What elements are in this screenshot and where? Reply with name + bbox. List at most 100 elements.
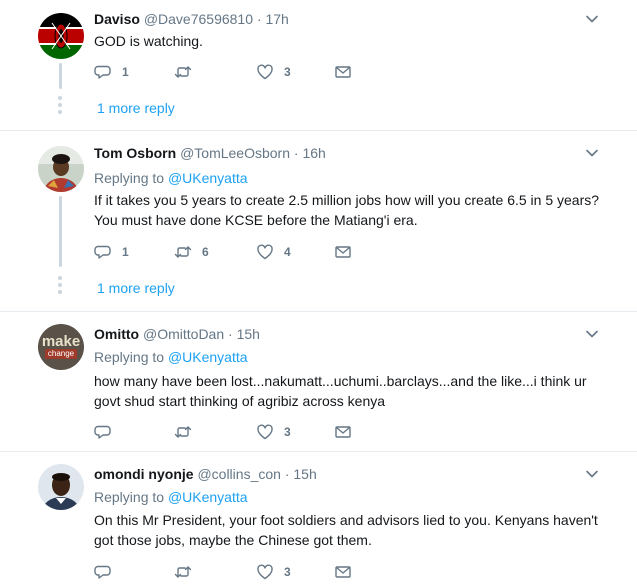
like-count: 3 — [284, 565, 291, 579]
tweet-header: omondi nyonje @collins_con · 15h — [94, 465, 317, 483]
direct-message-button[interactable] — [334, 242, 352, 262]
retweet-icon — [174, 246, 192, 258]
tweet-actions: 1 6 4 — [94, 242, 374, 262]
chevron-down-icon[interactable] — [585, 12, 599, 26]
mention-link[interactable]: @UKenyatta — [168, 489, 248, 505]
avatar-logo-text: make — [41, 333, 81, 350]
chevron-down-icon[interactable] — [585, 146, 599, 160]
chevron-down-icon[interactable] — [585, 327, 599, 341]
person-avatar-image — [38, 464, 84, 510]
replying-to: Replying to @UKenyatta — [94, 348, 248, 366]
user-handle[interactable]: @collins_con — [197, 466, 280, 482]
heart-icon — [257, 564, 273, 580]
direct-message-button[interactable] — [334, 562, 352, 582]
separator: · — [284, 466, 290, 482]
reply-icon — [94, 425, 111, 439]
retweet-button[interactable]: 6 — [174, 242, 209, 262]
user-handle[interactable]: @TomLeeOsborn — [180, 145, 290, 161]
reply-button[interactable] — [94, 422, 122, 442]
tweet-tom-osborn[interactable]: Tom Osborn @TomLeeOsborn · 16h Replying … — [0, 131, 637, 312]
display-name[interactable]: Omitto — [94, 326, 139, 342]
direct-message-button[interactable] — [334, 422, 352, 442]
make-change-avatar-image: make change — [38, 324, 84, 370]
mention-link[interactable]: @UKenyatta — [168, 349, 248, 365]
envelope-icon — [335, 246, 351, 258]
retweet-icon — [174, 426, 192, 438]
retweet-icon — [174, 566, 192, 578]
thread-line — [59, 63, 62, 89]
avatar[interactable] — [38, 13, 84, 59]
timestamp[interactable]: 16h — [302, 145, 325, 161]
tweet-text: how many have been lost...nakumatt...uch… — [94, 373, 587, 409]
like-button[interactable]: 3 — [256, 562, 291, 582]
heart-icon — [257, 424, 273, 440]
reply-count: 1 — [122, 65, 129, 79]
envelope-icon — [335, 66, 351, 78]
retweet-count: 6 — [202, 245, 209, 259]
like-count: 3 — [284, 425, 291, 439]
reply-icon — [94, 245, 111, 259]
user-handle[interactable]: @Dave76596810 — [144, 11, 253, 27]
avatar[interactable]: make change — [38, 324, 84, 370]
tweet-daviso[interactable]: Daviso @Dave76596810 · 17h GOD is watchi… — [0, 0, 637, 131]
avatar-logo-subtext: change — [44, 349, 78, 359]
display-name[interactable]: omondi nyonje — [94, 466, 194, 482]
user-handle[interactable]: @OmittoDan — [143, 326, 224, 342]
like-count: 4 — [284, 245, 291, 259]
retweet-icon — [174, 66, 192, 78]
replying-to-label: Replying to — [94, 489, 165, 505]
reply-count: 1 — [122, 245, 129, 259]
timestamp[interactable]: 15h — [237, 326, 260, 342]
reply-icon — [94, 565, 111, 579]
retweet-button[interactable] — [174, 562, 202, 582]
envelope-icon — [335, 426, 351, 438]
tweet-omondi-nyonje[interactable]: omondi nyonje @collins_con · 15h Replyin… — [0, 452, 637, 588]
avatar[interactable] — [38, 464, 84, 510]
replying-to-label: Replying to — [94, 170, 165, 186]
tweet-text: On this Mr President, your foot soldiers… — [94, 512, 598, 548]
tweet-text: GOD is watching. — [94, 33, 203, 49]
avatar[interactable] — [38, 146, 84, 192]
direct-message-button[interactable] — [334, 62, 352, 82]
tweet-actions: 3 — [94, 422, 374, 442]
person-avatar-image — [38, 146, 84, 192]
timestamp[interactable]: 15h — [293, 466, 316, 482]
more-replies-link[interactable]: 1 more reply — [97, 100, 175, 116]
retweet-button[interactable] — [174, 62, 202, 82]
tweet-omitto[interactable]: make change Omitto @OmittoDan · 15h Repl… — [0, 312, 637, 452]
reply-button[interactable] — [94, 562, 122, 582]
thread-dots — [58, 96, 63, 117]
retweet-button[interactable] — [174, 422, 202, 442]
reply-button[interactable]: 1 — [94, 242, 129, 262]
more-replies-link[interactable]: 1 more reply — [97, 280, 175, 296]
heart-icon — [257, 244, 273, 260]
tweet-text: If it takes you 5 years to create 2.5 mi… — [94, 192, 600, 228]
replying-to: Replying to @UKenyatta — [94, 169, 248, 187]
separator: · — [256, 11, 262, 27]
tweet-header: Tom Osborn @TomLeeOsborn · 16h — [94, 144, 326, 162]
chevron-down-icon[interactable] — [585, 467, 599, 481]
tweet-actions: 1 3 — [94, 62, 374, 82]
kenya-flag-avatar-image — [38, 13, 84, 59]
separator: · — [228, 326, 233, 342]
replying-to-label: Replying to — [94, 349, 165, 365]
replying-to: Replying to @UKenyatta — [94, 488, 248, 506]
reply-button[interactable]: 1 — [94, 62, 129, 82]
tweet-header: Daviso @Dave76596810 · 17h — [94, 10, 289, 28]
like-button[interactable]: 3 — [256, 62, 291, 82]
display-name[interactable]: Tom Osborn — [94, 145, 176, 161]
tweet-header: Omitto @OmittoDan · 15h — [94, 325, 260, 343]
thread-dots — [58, 276, 63, 297]
like-count: 3 — [284, 65, 291, 79]
like-button[interactable]: 3 — [256, 422, 291, 442]
separator: · — [293, 145, 299, 161]
reply-icon — [94, 65, 111, 79]
envelope-icon — [335, 566, 351, 578]
mention-link[interactable]: @UKenyatta — [168, 170, 248, 186]
display-name[interactable]: Daviso — [94, 11, 140, 27]
thread-line — [59, 196, 62, 267]
tweet-actions: 3 — [94, 562, 374, 582]
timestamp[interactable]: 17h — [265, 11, 288, 27]
like-button[interactable]: 4 — [256, 242, 291, 262]
heart-icon — [257, 64, 273, 80]
